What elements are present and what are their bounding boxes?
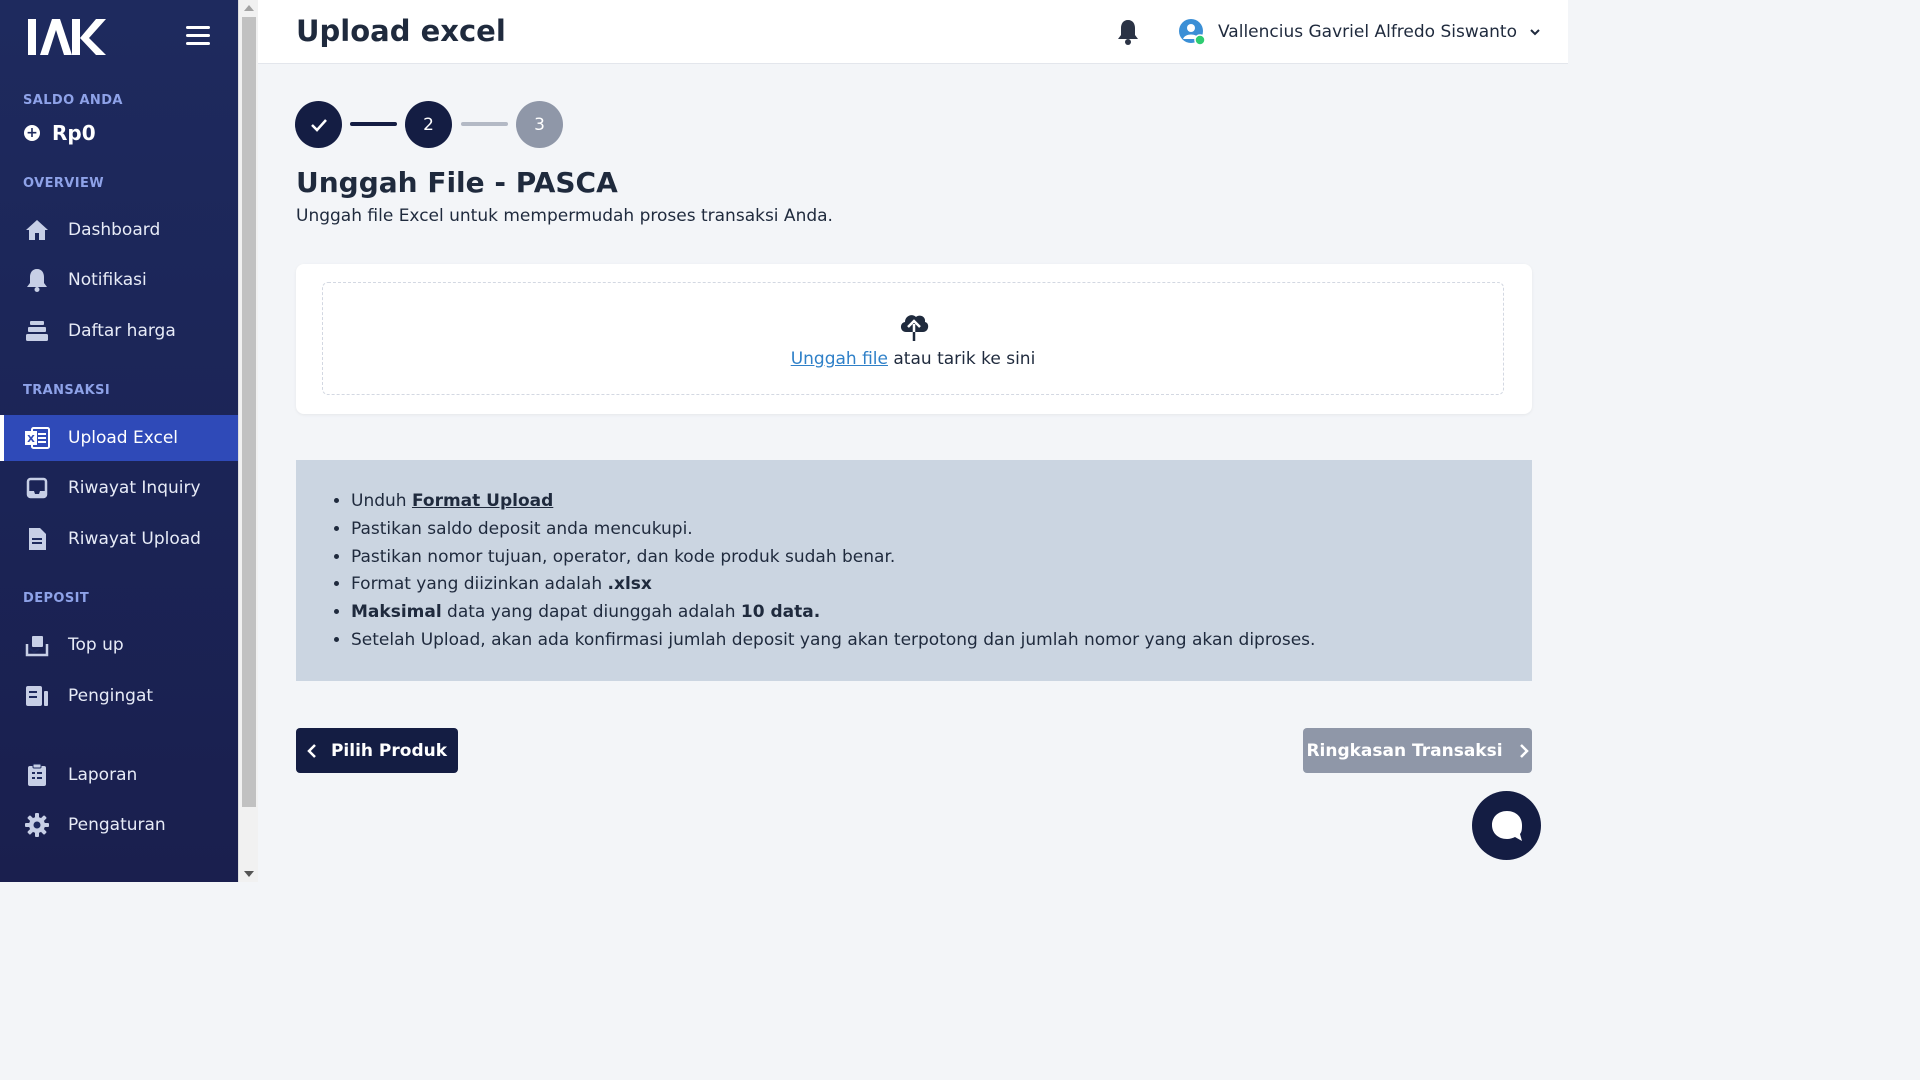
scrollbar-thumb[interactable] — [242, 17, 256, 807]
sidebar-item-label: Notifikasi — [68, 270, 147, 290]
cloud-upload-icon — [900, 315, 929, 341]
chevron-right-icon — [1519, 743, 1529, 758]
sidebar-item-label: Top up — [68, 635, 124, 655]
page-title: Upload excel — [296, 14, 506, 48]
section-title: Unggah File - PASCA — [296, 166, 618, 199]
scroll-up-arrow-icon[interactable] — [244, 5, 254, 11]
sidebar-item-top-up[interactable]: Top up — [0, 622, 238, 668]
hamburger-icon — [186, 26, 210, 29]
chat-button[interactable] — [1472, 791, 1541, 860]
section-deposit: DEPOSIT — [23, 591, 90, 606]
add-balance-icon[interactable]: + — [24, 125, 40, 141]
sidebar-item-riwayat-upload[interactable]: Riwayat Upload — [0, 516, 238, 562]
step-3-upcoming: 3 — [516, 101, 563, 148]
sidebar-item-label: Daftar harga — [68, 321, 176, 341]
notification-bell-icon[interactable] — [1116, 18, 1142, 46]
upload-instructions: Unduh Format Upload Pastikan saldo depos… — [296, 460, 1532, 681]
inbox-icon — [24, 475, 50, 501]
sidebar-item-upload-excel[interactable]: X Upload Excel — [0, 415, 238, 461]
file-dropzone[interactable]: Unggah file atau tarik ke sini — [322, 282, 1504, 395]
sidebar-item-pengaturan[interactable]: Pengaturan — [0, 802, 238, 848]
sidebar-item-label: Riwayat Upload — [68, 529, 201, 549]
chevron-left-icon — [307, 743, 316, 758]
scrollbar[interactable] — [238, 0, 258, 882]
chevron-down-icon — [1530, 29, 1540, 36]
section-overview: OVERVIEW — [23, 176, 104, 191]
next-button[interactable]: Ringkasan Transaksi — [1303, 728, 1532, 773]
sidebar-item-label: Dashboard — [68, 220, 161, 240]
list-item: Setelah Upload, akan ada konfirmasi juml… — [351, 627, 1315, 655]
document-icon — [24, 526, 50, 552]
scroll-down-arrow-icon[interactable] — [244, 871, 254, 877]
list-item: Unduh Format Upload — [351, 488, 1315, 516]
sidebar-item-label: Pengaturan — [68, 815, 166, 835]
check-icon — [310, 118, 327, 132]
step-connector — [461, 122, 508, 126]
avatar — [1178, 18, 1206, 46]
sidebar-item-label: Riwayat Inquiry — [68, 478, 201, 498]
sidebar: SALDO ANDA + Rp0 OVERVIEW Dashboard Noti… — [0, 0, 238, 882]
stack-icon — [24, 318, 50, 344]
step-connector — [350, 122, 397, 126]
back-button-label: Pilih Produk — [330, 740, 448, 761]
list-item: Format yang diizinkan adalah .xlsx — [351, 571, 1315, 599]
balance-label: SALDO ANDA — [23, 93, 123, 108]
menu-toggle-button[interactable] — [186, 26, 210, 48]
user-menu[interactable]: Vallencius Gavriel Alfredo Siswanto — [1178, 18, 1541, 46]
sidebar-item-label: Laporan — [68, 765, 138, 785]
chat-bubble-icon — [1491, 810, 1522, 841]
user-name: Vallencius Gavriel Alfredo Siswanto — [1218, 22, 1518, 42]
section-subtitle: Unggah file Excel untuk mempermudah pros… — [296, 206, 833, 226]
iak-logo[interactable] — [26, 16, 108, 58]
sidebar-item-laporan[interactable]: Laporan — [0, 752, 238, 798]
sidebar-item-label: Pengingat — [68, 686, 154, 706]
next-button-label: Ringkasan Transaksi — [1306, 740, 1503, 761]
home-icon — [24, 217, 50, 243]
bell-icon — [24, 267, 50, 293]
upload-file-link[interactable]: Unggah file — [791, 349, 888, 369]
list-item: Pastikan saldo deposit anda mencukupi. — [351, 516, 1315, 544]
balance-value: Rp0 — [52, 121, 96, 145]
gear-icon — [24, 812, 50, 838]
list-item: Pastikan nomor tujuan, operator, dan kod… — [351, 544, 1315, 572]
excel-icon: X — [24, 425, 50, 451]
sidebar-item-daftar-harga[interactable]: Daftar harga — [0, 308, 238, 354]
step-2-current: 2 — [405, 101, 452, 148]
sidebar-item-dashboard[interactable]: Dashboard — [0, 207, 238, 253]
svg-text:X: X — [27, 434, 35, 445]
upload-card: Unggah file atau tarik ke sini — [296, 264, 1532, 414]
dropzone-hint: atau tarik ke sini — [887, 349, 1036, 369]
list-item: Maksimal data yang dapat diunggah adalah… — [351, 599, 1315, 627]
top-header: Upload excel Vallencius Gavriel Alfredo … — [258, 0, 1568, 64]
instructions-list: Unduh Format Upload Pastikan saldo depos… — [351, 488, 1315, 655]
sidebar-item-notifikasi[interactable]: Notifikasi — [0, 257, 238, 303]
sidebar-item-label: Upload Excel — [68, 428, 179, 448]
back-button[interactable]: Pilih Produk — [296, 728, 458, 773]
clipboard-icon — [24, 762, 50, 788]
balance[interactable]: + Rp0 — [24, 121, 96, 145]
step-1-completed — [295, 101, 342, 148]
top-up-icon — [24, 632, 50, 658]
sidebar-item-pengingat[interactable]: Pengingat — [0, 673, 238, 719]
reminder-icon — [24, 683, 50, 709]
sidebar-item-riwayat-inquiry[interactable]: Riwayat Inquiry — [0, 465, 238, 511]
download-format-link[interactable]: Format Upload — [412, 491, 553, 511]
dropzone-text: Unggah file atau tarik ke sini — [323, 349, 1503, 369]
section-transaksi: TRANSAKSI — [23, 383, 111, 398]
